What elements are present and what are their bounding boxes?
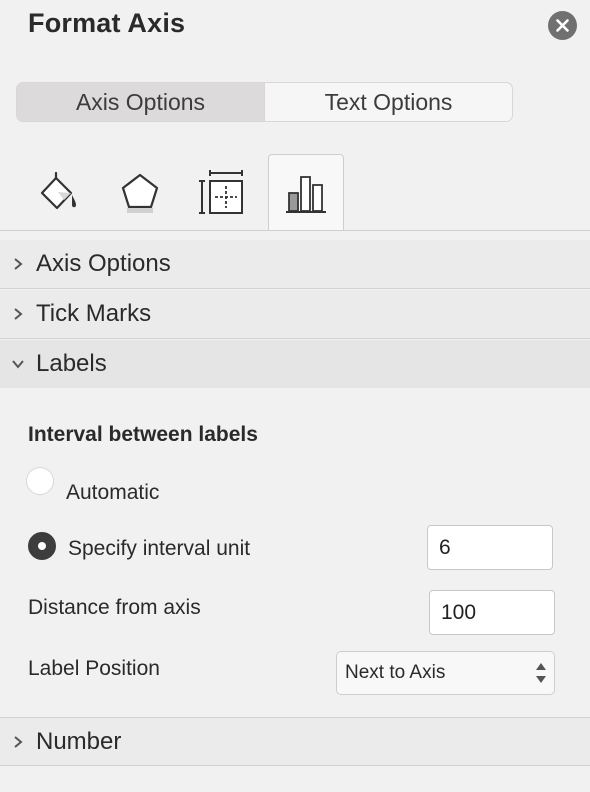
label-position-value: Next to Axis [345, 662, 446, 683]
specify-interval-label[interactable]: Specify interval unit [68, 537, 250, 561]
distance-from-axis-input[interactable]: 100 [429, 590, 555, 635]
fill-line-icon [40, 171, 76, 210]
section-number[interactable]: Number [0, 717, 590, 766]
format-axis-pane: Format Axis Axis Options Text Options Ax… [0, 0, 590, 792]
automatic-radio[interactable] [26, 467, 54, 495]
chevron-right-icon [14, 258, 23, 270]
tab-effects[interactable] [102, 158, 178, 228]
stepper-arrows-icon [536, 663, 546, 683]
tab-fill-line[interactable] [20, 158, 96, 228]
options-segmented-control: Axis Options Text Options [16, 82, 513, 122]
section-tick-marks[interactable]: Tick Marks [0, 290, 590, 339]
pane-title: Format Axis [28, 8, 186, 38]
tabs-divider [0, 230, 590, 231]
distance-label: Distance from axis [28, 596, 201, 619]
section-label: Tick Marks [36, 300, 152, 327]
tab-text-options[interactable]: Text Options [264, 83, 512, 121]
chevron-down-icon [12, 360, 24, 369]
section-labels[interactable]: Labels [0, 340, 590, 389]
section-label: Axis Options [36, 250, 171, 277]
axis-options-bar-chart-icon [286, 176, 326, 213]
tab-size-properties[interactable] [184, 158, 260, 228]
tab-axis-options[interactable]: Axis Options [17, 83, 264, 121]
interval-unit-input[interactable]: 6 [427, 525, 553, 570]
label-position-select[interactable]: Next to Axis [336, 651, 555, 695]
section-label: Number [36, 727, 122, 755]
section-label: Labels [36, 350, 107, 377]
label-position-label: Label Position [28, 657, 160, 680]
chevron-right-icon [14, 308, 23, 320]
automatic-label[interactable]: Automatic [66, 481, 159, 505]
size-properties-icon [199, 170, 243, 214]
effects-pentagon-icon [121, 173, 159, 213]
specify-interval-radio[interactable] [28, 532, 56, 560]
interval-heading: Interval between labels [28, 423, 258, 446]
section-axis-options[interactable]: Axis Options [0, 240, 590, 289]
close-icon[interactable] [548, 11, 577, 40]
tab-axis-options-icon[interactable] [268, 154, 344, 231]
chevron-right-icon [14, 735, 23, 748]
